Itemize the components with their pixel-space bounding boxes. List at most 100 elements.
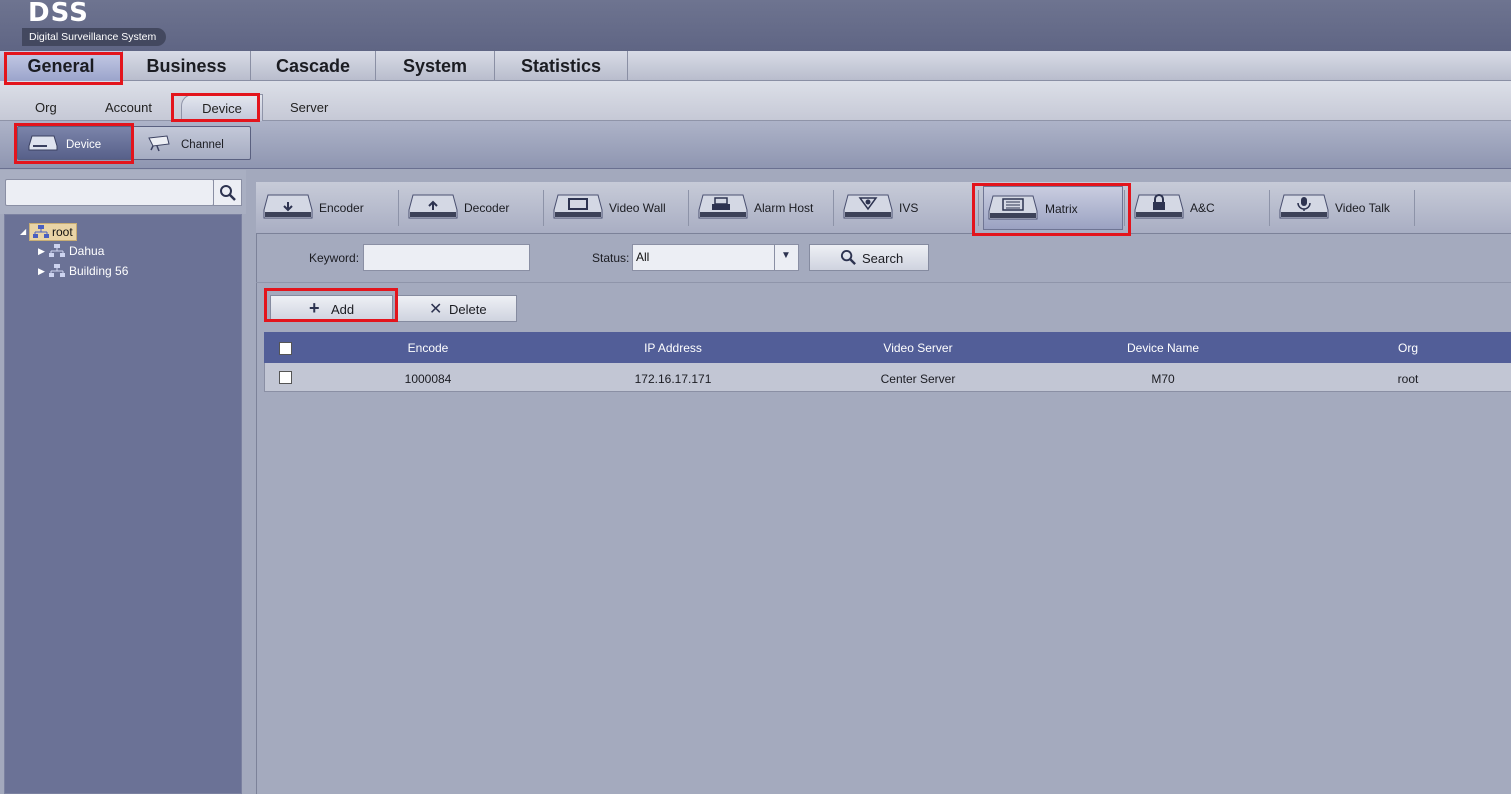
type-divider — [543, 190, 544, 226]
main-menu: General Business Cascade System Statisti… — [0, 51, 1511, 81]
org-tree-icon — [49, 264, 65, 277]
device-icon — [28, 135, 58, 151]
status-select-value: All — [636, 250, 650, 264]
mode-bar: Device Channel — [0, 121, 1511, 169]
org-tree: ◢ root ▶ Dahua ▶ Building 56 — [4, 214, 242, 794]
ivs-icon — [843, 194, 893, 219]
status-label: Status: — [592, 251, 630, 265]
add-button-label: Add — [331, 302, 355, 317]
status-select[interactable]: All ▼ — [632, 244, 799, 271]
search-button[interactable]: Search — [809, 244, 929, 271]
mode-device-label: Device — [66, 139, 102, 151]
select-all-checkbox[interactable] — [279, 342, 292, 355]
cell-encode: 1000084 — [404, 372, 452, 386]
type-video-talk-label: Video Talk — [1335, 201, 1390, 215]
video-wall-icon — [553, 194, 603, 219]
table-header: Encode IP Address Video Server Device Na… — [264, 332, 1511, 363]
column-header-org[interactable]: Org — [1324, 341, 1492, 355]
column-header-device-name[interactable]: Device Name — [1079, 341, 1247, 355]
type-video-wall-label: Video Wall — [609, 201, 666, 215]
menu-general[interactable]: General — [0, 51, 123, 81]
tree-node-label: Building 56 — [69, 264, 129, 278]
type-divider — [688, 190, 689, 226]
row-checkbox[interactable] — [279, 371, 292, 384]
chevron-down-icon: ▼ — [781, 250, 791, 261]
tree-search-input[interactable] — [5, 179, 214, 206]
search-button-label: Search — [862, 251, 904, 266]
type-divider — [398, 190, 399, 226]
type-ac-button[interactable]: A&C — [1134, 186, 1264, 230]
select-divider — [774, 245, 775, 270]
tree-node-building-56[interactable]: Building 56 — [49, 264, 128, 278]
tree-node-root[interactable]: root — [29, 223, 77, 241]
column-header-ip-address[interactable]: IP Address — [589, 341, 757, 355]
type-encoder-button[interactable]: Encoder — [263, 186, 393, 230]
type-alarm-host-button[interactable]: Alarm Host — [698, 186, 828, 230]
type-decoder-button[interactable]: Decoder — [408, 186, 538, 230]
type-divider — [978, 190, 979, 226]
column-header-video-server[interactable]: Video Server — [834, 341, 1002, 355]
decoder-icon — [408, 194, 458, 219]
tab-account[interactable]: Account — [105, 100, 152, 115]
tree-node-label: root — [52, 225, 73, 239]
cell-video-server: Center Server — [880, 372, 956, 386]
alarm-host-icon — [698, 194, 748, 219]
app-subtitle: Digital Surveillance System — [22, 28, 167, 46]
cell-org: root — [1397, 372, 1419, 386]
org-tree-icon — [49, 244, 65, 257]
search-icon — [840, 249, 856, 265]
table-row[interactable]: 1000084 172.16.17.171 Center Server M70 … — [264, 363, 1511, 392]
org-tree-icon — [33, 225, 49, 238]
keyword-input[interactable] — [363, 244, 530, 271]
tab-device[interactable]: Device — [181, 94, 263, 122]
camera-icon — [148, 135, 170, 152]
plus-icon: + — [309, 298, 320, 318]
app-logo: DSS — [28, 0, 89, 28]
tree-search-button[interactable] — [213, 179, 242, 206]
expand-arrow-icon[interactable]: ▶ — [38, 266, 45, 277]
delete-button[interactable]: ✕ Delete — [396, 295, 517, 322]
menu-business[interactable]: Business — [123, 51, 251, 81]
mode-channel-button[interactable]: Channel — [132, 126, 251, 160]
keyword-label: Keyword: — [309, 251, 360, 265]
device-table: Encode IP Address Video Server Device Na… — [264, 332, 1511, 392]
column-header-encode[interactable]: Encode — [344, 341, 512, 355]
encoder-icon — [263, 194, 313, 219]
tree-node-dahua[interactable]: Dahua — [49, 244, 104, 258]
type-video-wall-button[interactable]: Video Wall — [553, 186, 683, 230]
tab-org[interactable]: Org — [35, 100, 57, 115]
microphone-icon — [1279, 194, 1329, 219]
type-alarm-host-label: Alarm Host — [754, 201, 814, 215]
type-encoder-label: Encoder — [319, 201, 364, 215]
cell-ip-address: 172.16.17.171 — [634, 372, 712, 386]
type-divider — [833, 190, 834, 226]
type-decoder-label: Decoder — [464, 201, 510, 215]
type-divider — [1124, 190, 1125, 226]
tree-node-label: Dahua — [69, 244, 105, 258]
close-icon: ✕ — [429, 301, 443, 318]
type-ac-label: A&C — [1190, 201, 1215, 215]
menu-system[interactable]: System — [376, 51, 495, 81]
delete-button-label: Delete — [449, 302, 487, 317]
menu-statistics[interactable]: Statistics — [495, 51, 628, 81]
menu-cascade[interactable]: Cascade — [251, 51, 376, 81]
type-divider — [1414, 190, 1415, 226]
search-icon — [220, 185, 236, 201]
sub-menu: Org Account Device Server — [0, 81, 1511, 122]
expand-arrow-icon[interactable]: ▶ — [38, 246, 45, 257]
type-divider — [1269, 190, 1270, 226]
lock-icon — [1134, 194, 1184, 219]
add-button[interactable]: + Add — [270, 295, 393, 322]
mode-device-button[interactable]: Device — [17, 126, 132, 160]
mode-channel-label: Channel — [181, 139, 224, 151]
type-matrix-label: Matrix — [1045, 202, 1078, 216]
tab-server[interactable]: Server — [290, 100, 328, 115]
type-video-talk-button[interactable]: Video Talk — [1279, 186, 1409, 230]
collapse-arrow-icon[interactable]: ◢ — [20, 227, 26, 236]
type-matrix-button[interactable]: Matrix — [983, 186, 1123, 230]
type-ivs-button[interactable]: IVS — [843, 186, 973, 230]
app-header: DSS Digital Surveillance System — [0, 0, 1511, 51]
matrix-icon — [988, 195, 1038, 220]
type-ivs-label: IVS — [899, 201, 919, 215]
cell-device-name: M70 — [1151, 372, 1175, 386]
